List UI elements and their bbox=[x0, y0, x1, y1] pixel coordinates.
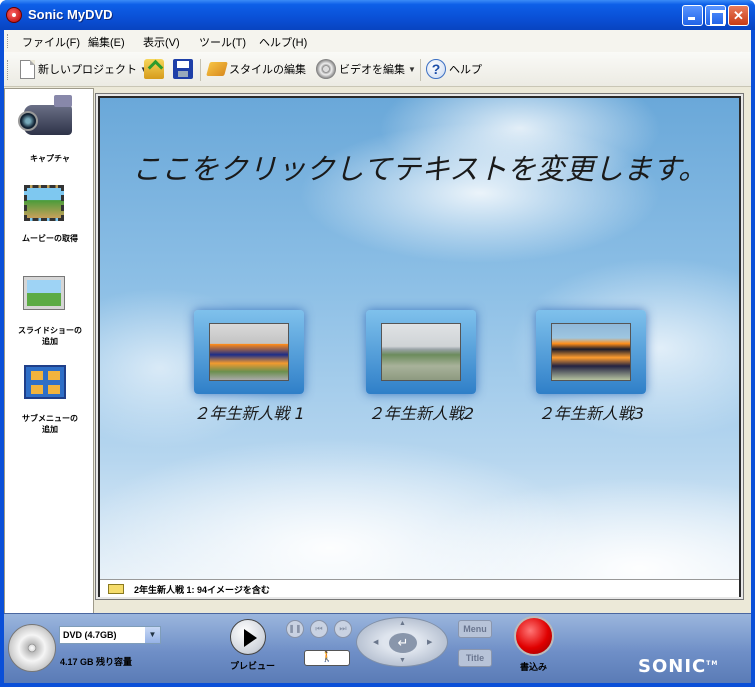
bottom-control-bar: DVD (4.7GB) ▼ 4.17 GB 残り容量 プレビュー ❚❚ ⏮ ⏭ … bbox=[4, 613, 751, 683]
walking-person-icon: 🚶 bbox=[320, 652, 334, 663]
help-label: ヘルプ bbox=[449, 64, 482, 76]
walk-icon-button[interactable]: 🚶 bbox=[304, 650, 350, 666]
save-button[interactable] bbox=[173, 57, 193, 81]
new-document-icon bbox=[20, 59, 35, 79]
toolbar: 新しいプロジェクト ▼ スタイルの編集 ビデオを編集 ▼ ? ヘ bbox=[4, 52, 751, 87]
brand-text: SONIC bbox=[638, 656, 707, 677]
menu-button-label[interactable]: ２年生新人戦 1 bbox=[169, 400, 329, 424]
fast-forward-button[interactable]: ⏭ bbox=[334, 620, 352, 638]
help-button[interactable]: ? ヘルプ bbox=[426, 57, 482, 81]
sidebar-item-label: スライドショーの追加 bbox=[18, 326, 82, 346]
film-reel-icon bbox=[316, 59, 336, 79]
window-title: Sonic MyDVD bbox=[28, 7, 113, 22]
menubar-grip[interactable] bbox=[7, 34, 10, 48]
camcorder-icon bbox=[24, 105, 72, 135]
sidebar-item-add-submenu[interactable]: サブメニューの追加 bbox=[5, 359, 95, 435]
minimize-button[interactable] bbox=[682, 5, 703, 26]
close-button[interactable]: ✕ bbox=[728, 5, 749, 26]
chevron-down-icon[interactable]: ▼ bbox=[145, 627, 160, 643]
up-arrow-icon[interactable]: ▲ bbox=[399, 620, 406, 627]
new-project-button[interactable]: 新しいプロジェクト ▼ bbox=[20, 57, 148, 81]
sidebar-item-capture[interactable]: キャプチャ bbox=[5, 97, 95, 164]
menu-help[interactable]: ヘルプ(H) bbox=[259, 34, 307, 50]
menu-preview-frame: ここをクリックしてテキストを変更します。 ２年生新人戦 1 ２年生新人戦2 ２年… bbox=[95, 93, 744, 600]
menu-view[interactable]: 表示(V) bbox=[143, 34, 180, 50]
sidebar-item-add-slideshow[interactable]: スライドショーの追加 bbox=[5, 271, 95, 347]
sidebar-item-label: キャプチャ bbox=[30, 154, 70, 163]
menu-button-label[interactable]: ２年生新人戦3 bbox=[511, 400, 671, 424]
preview-play-button[interactable] bbox=[230, 619, 266, 655]
selection-status: 2年生新人戦 1: 94イメージを含む bbox=[134, 585, 270, 595]
menu-preview: ここをクリックしてテキストを変更します。 ２年生新人戦 1 ２年生新人戦2 ２年… bbox=[100, 98, 739, 579]
burn-button[interactable] bbox=[514, 616, 554, 656]
title-nav-button[interactable]: Title bbox=[458, 649, 492, 667]
menu-file[interactable]: ファイル(F) bbox=[22, 34, 80, 50]
help-icon: ? bbox=[426, 59, 446, 79]
style-icon bbox=[206, 62, 228, 76]
dvd-disc-icon bbox=[8, 624, 56, 672]
menu-tools[interactable]: ツール(T) bbox=[199, 34, 246, 50]
edit-style-label: スタイルの編集 bbox=[229, 64, 306, 76]
slideshow-icon bbox=[23, 276, 65, 310]
client-area: ファイル(F) 編集(E) 表示(V) ツール(T) ヘルプ(H) 新しいプロジ… bbox=[4, 30, 751, 683]
preview-status-bar: 2年生新人戦 1: 94イメージを含む bbox=[100, 579, 739, 597]
folder-icon bbox=[108, 584, 124, 594]
remaining-capacity: 4.17 GB 残り容量 bbox=[60, 657, 133, 667]
sonic-logo: SONICTM bbox=[638, 656, 719, 677]
menu-nav-button[interactable]: Menu bbox=[458, 620, 492, 638]
task-sidebar: キャプチャ ムービーの取得 スライドショーの追加 サブメニューの追加 bbox=[4, 88, 94, 621]
thumbnail-image bbox=[209, 323, 289, 381]
menu-bar: ファイル(F) 編集(E) 表示(V) ツール(T) ヘルプ(H) bbox=[4, 30, 751, 52]
maximize-button[interactable] bbox=[705, 5, 726, 26]
open-folder-icon bbox=[144, 59, 164, 79]
sidebar-item-label: サブメニューの追加 bbox=[22, 414, 78, 434]
app-logo-icon bbox=[6, 7, 22, 23]
thumbnail-image bbox=[551, 323, 631, 381]
edit-video-label: ビデオを編集 bbox=[339, 64, 405, 76]
enter-icon[interactable]: ↵ bbox=[389, 633, 417, 653]
app-window: Sonic MyDVD ✕ ファイル(F) 編集(E) 表示(V) ツール(T)… bbox=[0, 0, 755, 687]
dropdown-arrow-icon[interactable]: ▼ bbox=[408, 65, 416, 74]
right-arrow-icon[interactable]: ▶ bbox=[427, 638, 432, 646]
thumbnail-image bbox=[381, 323, 461, 381]
menu-button-thumbnail[interactable] bbox=[536, 310, 646, 394]
sidebar-item-label: ムービーの取得 bbox=[22, 234, 78, 243]
disc-type-value: DVD (4.7GB) bbox=[63, 630, 117, 640]
menu-button-thumbnail[interactable] bbox=[194, 310, 304, 394]
menu-title-text[interactable]: ここをクリックしてテキストを変更します。 bbox=[100, 146, 739, 188]
sidebar-item-get-movies[interactable]: ムービーの取得 bbox=[5, 181, 95, 244]
save-disk-icon bbox=[173, 59, 193, 79]
toolbar-grip[interactable] bbox=[7, 60, 10, 80]
submenu-icon bbox=[24, 365, 66, 399]
toolbar-separator bbox=[200, 59, 201, 81]
edit-style-button[interactable]: スタイルの編集 bbox=[206, 57, 306, 81]
burn-label: 書込み bbox=[520, 662, 548, 672]
left-arrow-icon[interactable]: ◀ bbox=[373, 638, 378, 646]
menu-button-label[interactable]: ２年生新人戦2 bbox=[341, 400, 501, 424]
rewind-button[interactable]: ⏮ bbox=[310, 620, 328, 638]
toolbar-separator bbox=[420, 59, 421, 81]
down-arrow-icon[interactable]: ▼ bbox=[399, 657, 406, 664]
disc-type-select[interactable]: DVD (4.7GB) ▼ bbox=[59, 626, 161, 644]
film-icon bbox=[24, 185, 64, 221]
open-button[interactable] bbox=[144, 57, 164, 81]
remote-dpad[interactable]: ▲ ▼ ◀ ▶ ↵ bbox=[356, 617, 448, 667]
preview-label: プレビュー bbox=[230, 661, 276, 671]
menu-button-thumbnail[interactable] bbox=[366, 310, 476, 394]
edit-video-button[interactable]: ビデオを編集 ▼ bbox=[316, 57, 416, 81]
menu-edit[interactable]: 編集(E) bbox=[88, 34, 125, 50]
pause-button[interactable]: ❚❚ bbox=[286, 620, 304, 638]
new-project-label: 新しいプロジェクト bbox=[38, 64, 137, 76]
title-bar[interactable]: Sonic MyDVD ✕ bbox=[0, 0, 755, 30]
